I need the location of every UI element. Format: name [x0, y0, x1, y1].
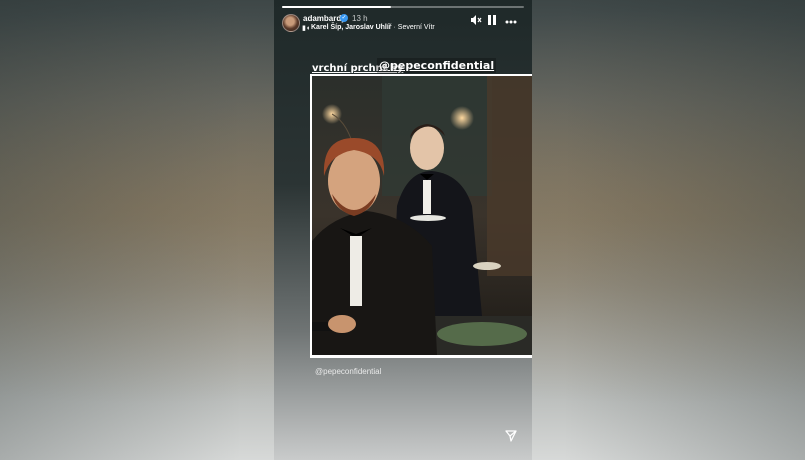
pause-icon[interactable]: [488, 15, 496, 28]
story-viewer[interactable]: adambardy ✓ 13 h ▮◖ Karel Šíp, Jaroslav …: [274, 0, 532, 460]
story-timestamp: 13 h: [352, 14, 368, 23]
verified-badge-icon: ✓: [340, 14, 348, 22]
story-progress-fill: [282, 6, 391, 8]
music-song: Severní Vítr: [397, 24, 435, 31]
more-icon[interactable]: [505, 13, 517, 27]
user-avatar[interactable]: [282, 14, 300, 32]
story-photo: [310, 74, 532, 358]
music-artists: Karel Šíp, Jaroslav Uhlíř: [311, 24, 392, 31]
music-info[interactable]: Karel Šíp, Jaroslav Uhlíř · Severní Vítr: [311, 24, 435, 31]
send-icon[interactable]: [505, 429, 517, 447]
speaker-muted-icon[interactable]: [471, 15, 482, 28]
mention-sticker[interactable]: @pepeconfidential: [315, 367, 381, 376]
story-progress-bar: [282, 6, 524, 8]
music-bars-icon: ▮◖: [302, 25, 311, 32]
credit-mention-sticker[interactable]: @pepeconfidential: [377, 58, 497, 73]
